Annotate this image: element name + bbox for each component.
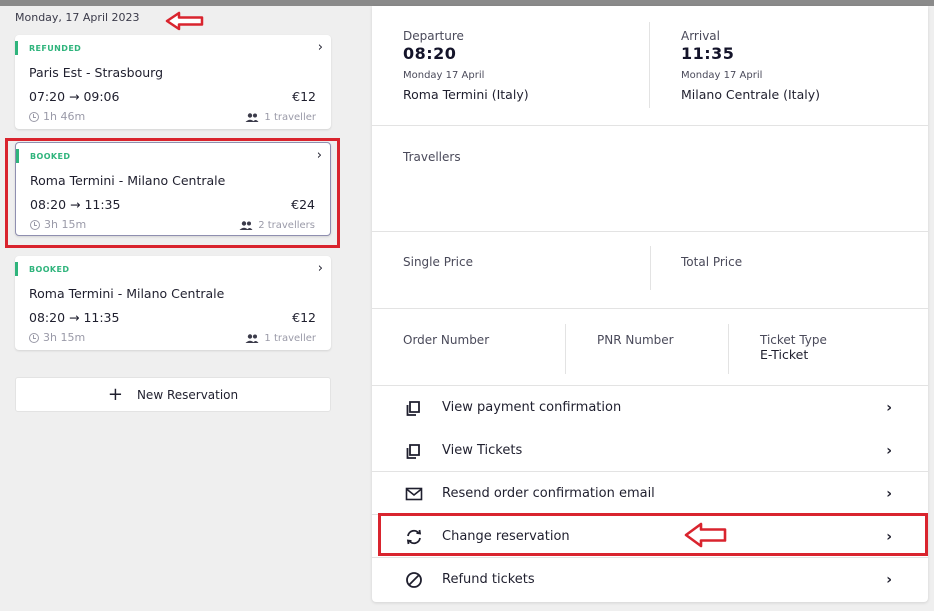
departure-time: 08:20 bbox=[403, 44, 457, 63]
divider bbox=[372, 308, 928, 309]
ticket-type-value: E-Ticket bbox=[760, 347, 809, 362]
travellers-text: 1 traveller bbox=[264, 333, 316, 344]
status-indicator bbox=[15, 41, 18, 55]
duration: 3h 15m bbox=[29, 331, 85, 344]
envelope-icon bbox=[404, 484, 424, 504]
travellers-text: 1 traveller bbox=[264, 112, 316, 123]
copy-icon bbox=[404, 398, 424, 418]
action-label: Refund tickets bbox=[442, 572, 535, 587]
annotation-highlight-card bbox=[5, 138, 340, 248]
action-label: View Tickets bbox=[442, 443, 523, 458]
arrival-station: Milano Centrale (Italy) bbox=[681, 87, 820, 102]
pnr-number-label: PNR Number bbox=[597, 333, 674, 347]
status-indicator bbox=[15, 262, 18, 276]
date-header: Monday, 17 April 2023 bbox=[15, 11, 140, 24]
plus-icon: + bbox=[107, 383, 123, 405]
status-badge: REFUNDED bbox=[29, 44, 82, 53]
reservation-card-1[interactable]: REFUNDED › Paris Est - Strasbourg 07:20 … bbox=[15, 35, 331, 129]
people-icon bbox=[245, 113, 259, 122]
annotation-arrow-date bbox=[165, 11, 204, 31]
ban-icon bbox=[404, 570, 424, 590]
chevron-right-icon[interactable]: › bbox=[318, 261, 323, 276]
single-price-label: Single Price bbox=[403, 255, 473, 269]
arrival-time: 11:35 bbox=[681, 44, 735, 63]
divider bbox=[649, 22, 650, 108]
copy-icon bbox=[404, 441, 424, 461]
action-label: Resend order confirmation email bbox=[442, 486, 655, 501]
divider bbox=[372, 231, 928, 232]
new-reservation-button[interactable]: + New Reservation bbox=[15, 377, 331, 412]
chevron-right-icon[interactable]: › bbox=[318, 40, 323, 55]
refund-tickets-button[interactable]: Refund tickets › bbox=[372, 558, 928, 601]
divider bbox=[565, 324, 566, 374]
order-number-label: Order Number bbox=[403, 333, 490, 347]
duration: 1h 46m bbox=[29, 110, 85, 123]
divider bbox=[372, 125, 928, 126]
total-price-label: Total Price bbox=[681, 255, 743, 269]
price-text: €12 bbox=[292, 89, 316, 104]
action-label: View payment confirmation bbox=[442, 400, 622, 415]
duration-text: 1h 46m bbox=[43, 110, 86, 123]
resend-confirmation-email-button[interactable]: Resend order confirmation email › bbox=[372, 472, 928, 515]
divider bbox=[728, 324, 729, 374]
ticket-type-label: Ticket Type bbox=[760, 333, 827, 347]
annotation-arrow-change-reservation bbox=[684, 522, 727, 548]
departure-label: Departure bbox=[403, 29, 464, 43]
duration-text: 3h 15m bbox=[43, 331, 86, 344]
chevron-right-icon: › bbox=[886, 442, 892, 459]
route-text: Paris Est - Strasbourg bbox=[29, 65, 164, 80]
travellers: 1 traveller bbox=[245, 333, 316, 344]
view-tickets-button[interactable]: View Tickets › bbox=[372, 429, 928, 472]
route-text: Roma Termini - Milano Centrale bbox=[29, 286, 225, 301]
divider bbox=[650, 246, 651, 290]
clock-icon bbox=[29, 111, 39, 122]
travellers-label: Travellers bbox=[403, 150, 461, 164]
chevron-right-icon: › bbox=[886, 571, 892, 588]
chevron-right-icon: › bbox=[886, 399, 892, 416]
travellers: 1 traveller bbox=[245, 112, 316, 123]
reservation-card-3[interactable]: BOOKED › Roma Termini - Milano Centrale … bbox=[15, 256, 331, 350]
arrival-label: Arrival bbox=[681, 29, 720, 43]
arrival-date: Monday 17 April bbox=[681, 70, 763, 81]
new-reservation-label: New Reservation bbox=[136, 387, 239, 402]
times-text: 07:20 → 09:06 bbox=[29, 89, 120, 104]
departure-date: Monday 17 April bbox=[403, 70, 485, 81]
price-text: €12 bbox=[292, 310, 316, 325]
annotation-highlight-change-reservation bbox=[378, 513, 928, 556]
times-text: 08:20 → 11:35 bbox=[29, 310, 120, 325]
departure-station: Roma Termini (Italy) bbox=[403, 87, 529, 102]
view-payment-confirmation-button[interactable]: View payment confirmation › bbox=[372, 386, 928, 429]
people-icon bbox=[245, 334, 259, 343]
status-badge: BOOKED bbox=[29, 265, 70, 274]
clock-icon bbox=[29, 332, 39, 343]
chevron-right-icon: › bbox=[886, 485, 892, 502]
